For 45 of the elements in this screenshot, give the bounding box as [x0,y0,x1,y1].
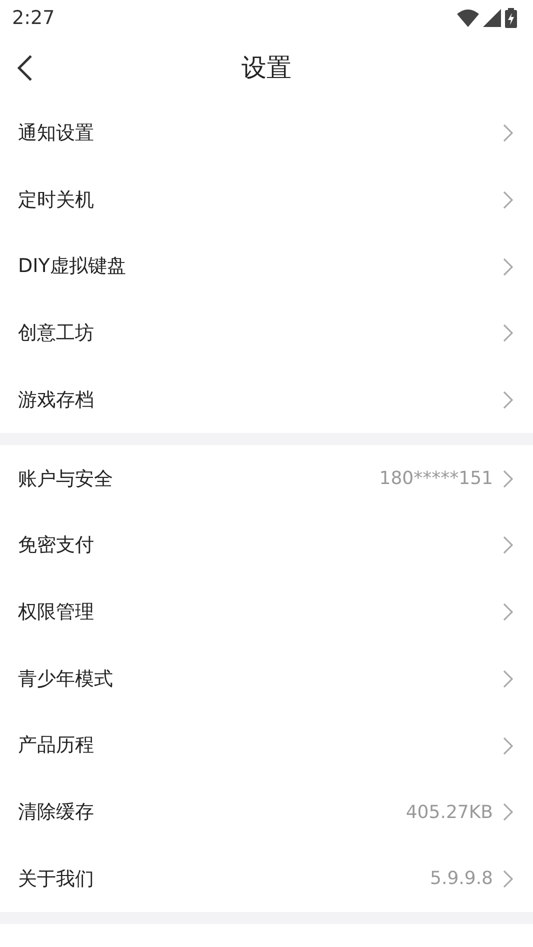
chevron-right-icon [503,670,513,688]
chevron-right-icon [503,603,513,622]
settings-row[interactable]: 免密支付 [0,512,533,579]
row-label: 青少年模式 [18,666,114,692]
back-icon[interactable] [16,54,34,82]
row-label: 清除缓存 [18,800,95,825]
chevron-right-icon [503,391,513,410]
row-value: 405.27KB [406,800,493,825]
settings-row[interactable]: 关于我们 5.9.9.8 [0,846,533,912]
wifi-icon [457,9,479,27]
signal-icon [483,9,501,27]
settings-row[interactable]: 定时关机 [0,166,533,234]
page-title: 设置 [242,52,292,84]
chevron-right-icon [503,191,513,210]
row-label: 创意工坊 [18,321,95,346]
row-label: 权限管理 [18,600,95,625]
settings-row[interactable]: 账户与安全 180*****151 [0,445,533,512]
row-label: 关于我们 [18,866,95,892]
chevron-right-icon [503,470,513,488]
settings-row[interactable]: 清除缓存 405.27KB [0,778,533,846]
row-label: 产品历程 [18,733,95,758]
row-value: 5.9.9.8 [430,867,493,892]
row-label: 游戏存档 [18,388,95,413]
settings-row[interactable]: 通知设置 [0,100,533,167]
settings-row[interactable]: 青少年模式 [0,646,533,712]
settings-row[interactable]: 产品历程 [0,712,533,779]
chevron-right-icon [503,536,513,554]
row-label: 定时关机 [18,188,95,213]
settings-row[interactable]: 创意工坊 [0,300,533,367]
row-label: 通知设置 [18,121,95,146]
settings-row[interactable]: 权限管理 [0,578,533,646]
chevron-right-icon [503,324,513,342]
chevron-right-icon [503,124,513,142]
status-time: 2:27 [12,6,55,31]
settings-row[interactable]: DIY虚拟键盘 [0,233,533,300]
battery-icon [505,8,517,28]
row-label: 免密支付 [18,533,95,558]
row-label: DIY虚拟键盘 [18,254,127,280]
settings-row[interactable]: 游戏存档 [0,366,533,434]
chevron-right-icon [503,870,513,888]
chevron-right-icon [503,258,513,276]
row-label: 账户与安全 [18,466,114,492]
chevron-right-icon [503,803,513,822]
chevron-right-icon [503,736,513,755]
row-value: 180*****151 [379,467,493,492]
